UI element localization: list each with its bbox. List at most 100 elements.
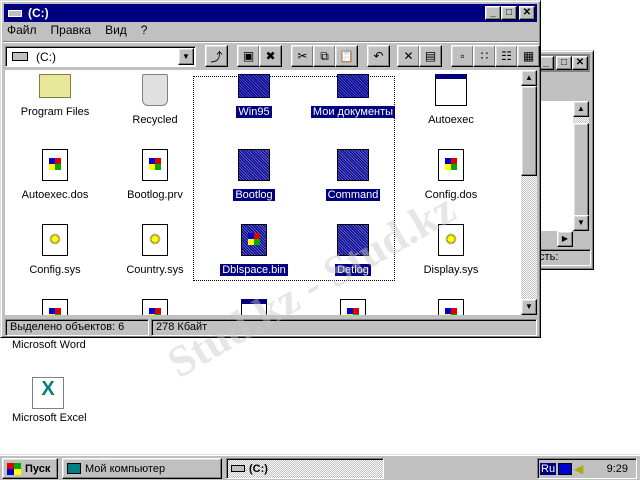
menu-bar: Файл Правка Вид ? [7, 23, 147, 37]
small-icons-button[interactable]: ∷ [473, 45, 496, 67]
file-label: Config.dos [424, 189, 478, 201]
file-label: Country.sys [126, 264, 184, 276]
desktop-icon-word[interactable]: Microsoft Word [12, 339, 86, 351]
menu-edit[interactable]: Правка [51, 23, 92, 37]
toolbar-divider [3, 41, 538, 42]
file-view[interactable]: Program Files Recycled Win95 Мои документы A… [5, 70, 521, 315]
maximize-button[interactable]: □ [556, 56, 572, 70]
large-icons-icon: ▫ [460, 49, 465, 63]
clock[interactable]: 9:29 [607, 463, 628, 475]
file-item[interactable]: Bootlog [204, 149, 304, 201]
scroll-down-button[interactable]: ▼ [521, 299, 537, 315]
desktop-icon-excel[interactable]: X Microsoft Excel [12, 377, 92, 424]
app-window-icon [337, 149, 369, 181]
map-drive-button[interactable]: ▣ [237, 45, 260, 67]
explorer-window[interactable]: (C:) _ □ ✕ Файл Правка Вид ? (C:) ▼ ⤴ ▣ ✖ ✂… [0, 0, 541, 338]
menu-view[interactable]: Вид [105, 23, 127, 37]
large-icons-button[interactable]: ▫ [451, 45, 474, 67]
recycle-bin-icon [142, 74, 168, 106]
excel-icon: X [32, 377, 64, 409]
file-label: Bootlog [233, 189, 275, 201]
title-bar[interactable]: (C:) _ □ ✕ [4, 4, 537, 22]
cut-button[interactable]: ✂ [291, 45, 314, 67]
undo-button[interactable]: ↶ [367, 45, 390, 67]
file-item[interactable]: Config.dos [401, 149, 501, 201]
task-drive-c[interactable]: (C:) [226, 458, 384, 479]
address-combo[interactable]: (C:) ▼ [5, 46, 196, 67]
copy-button[interactable]: ⧉ [313, 45, 336, 67]
file-item[interactable]: Country.sys [105, 224, 205, 276]
close-button[interactable]: ✕ [572, 56, 588, 70]
paste-button[interactable]: 📋 [335, 45, 358, 67]
status-selected-count: Выделено объектов: 6 [5, 319, 149, 336]
start-button[interactable]: Пуск [2, 458, 58, 479]
scroll-right-button[interactable]: ▶ [557, 231, 573, 247]
file-item[interactable]: Display.sys [401, 224, 501, 276]
vertical-scrollbar[interactable]: ▲ ▼ [573, 101, 589, 231]
file-item[interactable]: Program Files [5, 74, 105, 118]
file-label: Display.sys [423, 264, 479, 276]
document-icon[interactable] [142, 299, 168, 315]
status-size: 278 Кбайт [151, 319, 537, 336]
menu-file[interactable]: Файл [7, 23, 37, 37]
file-label: Detlog [335, 264, 371, 276]
dropdown-arrow-button[interactable]: ▼ [178, 48, 194, 65]
document-icon [142, 149, 168, 181]
file-item[interactable]: Recycled [105, 74, 205, 126]
document-icon [42, 149, 68, 181]
document-icon[interactable] [42, 299, 68, 315]
display-icon[interactable] [558, 462, 573, 475]
file-item[interactable]: Bootlog.prv [105, 149, 205, 201]
drive-icon [8, 9, 22, 17]
scroll-up-button[interactable]: ▲ [573, 101, 589, 117]
file-label: Bootlog.prv [127, 189, 183, 201]
list-button[interactable]: ☷ [495, 45, 518, 67]
settings-file-icon [142, 224, 168, 256]
file-item[interactable]: Dblspace.bin [204, 224, 304, 276]
details-icon: ▦ [522, 49, 535, 63]
notepad-icon [238, 149, 270, 181]
file-label: Win95 [236, 106, 272, 118]
file-item[interactable]: Мои документы [303, 74, 403, 118]
file-item[interactable]: Autoexec.dos [5, 149, 105, 201]
up-folder-button[interactable]: ⤴ [205, 45, 228, 67]
file-item[interactable]: Autoexec [401, 74, 501, 126]
close-button[interactable]: ✕ [519, 6, 535, 20]
file-item[interactable]: Win95 [204, 74, 304, 118]
paste-icon: 📋 [339, 49, 354, 63]
maximize-button[interactable]: □ [501, 6, 517, 20]
document-icon [241, 224, 267, 256]
desktop-label-excel: Microsoft Excel [12, 412, 87, 424]
details-button[interactable]: ▦ [517, 45, 540, 67]
file-label: Autoexec.dos [21, 189, 89, 201]
scroll-up-button[interactable]: ▲ [521, 70, 537, 86]
document-icon[interactable] [438, 299, 464, 315]
scroll-thumb[interactable] [573, 123, 589, 217]
file-item[interactable]: Command [303, 149, 403, 201]
delete-button[interactable]: ✕ [397, 45, 420, 67]
computer-icon [67, 463, 81, 474]
language-indicator[interactable]: Ru [540, 462, 557, 475]
document-icon[interactable] [340, 299, 366, 315]
disconnect-drive-icon: ✖ [265, 49, 276, 63]
start-label: Пуск [25, 462, 51, 475]
task-my-computer[interactable]: Мой компьютер [62, 458, 222, 479]
menu-help[interactable]: ? [141, 23, 148, 37]
scroll-down-button[interactable]: ▼ [573, 215, 589, 231]
minimize-button[interactable]: _ [485, 6, 501, 20]
drive-icon [12, 52, 28, 61]
properties-button[interactable]: ▤ [419, 45, 442, 67]
file-label: Config.sys [29, 264, 81, 276]
app-window-icon[interactable] [241, 299, 267, 315]
vertical-scrollbar[interactable]: ▲ ▼ [521, 70, 537, 315]
disconnect-drive-button[interactable]: ✖ [259, 45, 282, 67]
file-item[interactable]: Detlog [303, 224, 403, 276]
delete-icon: ✕ [403, 49, 414, 63]
scroll-thumb[interactable] [521, 86, 537, 176]
file-item[interactable]: Config.sys [5, 224, 105, 276]
file-label: Мои документы [310, 106, 396, 118]
speaker-icon[interactable]: ◀ [574, 462, 583, 476]
window-title: (C:) [28, 6, 49, 20]
folder-icon [337, 74, 369, 98]
copy-icon: ⧉ [320, 48, 329, 63]
